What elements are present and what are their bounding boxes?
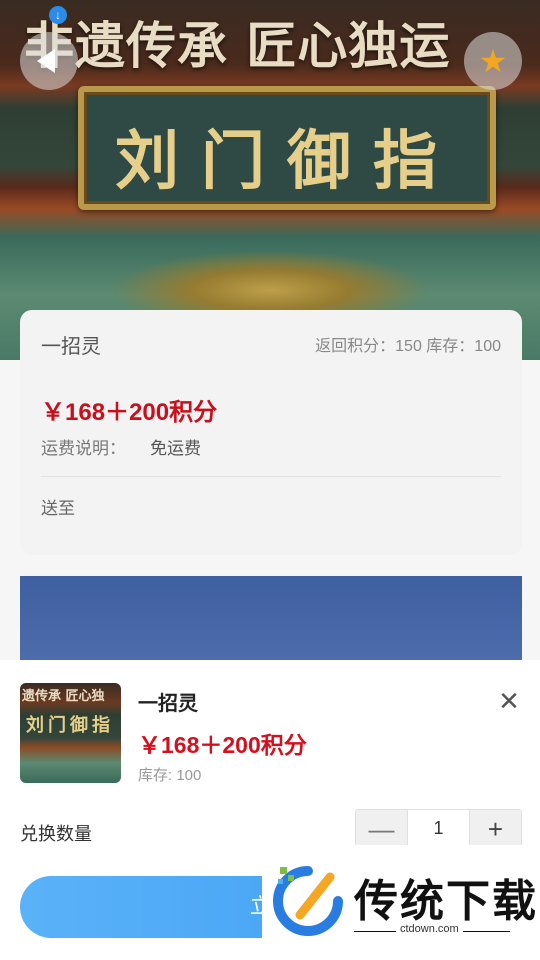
plus-icon[interactable]: + [469,810,521,848]
minus-icon[interactable]: — [356,810,408,848]
thumbnail-plaque: 刘门御指 [26,715,114,736]
sheet-stock: 库存: 100 [138,767,202,784]
watermark-url: ctdown.com [396,923,463,935]
close-icon[interactable]: ✕ [496,688,522,714]
thumbnail-title: 遗传承 匠心独 [22,689,105,704]
product-thumbnail: 遗传承 匠心独 刘门御指 [20,683,121,783]
quantity-value[interactable]: 1 [408,810,469,848]
watermark-logo-icon [273,866,343,936]
watermark: 传统下载 ctdown.com [262,845,536,955]
quantity-stepper: — 1 + [355,809,522,849]
sheet-product-price: ￥168＋200积分 [138,732,307,758]
sheet-product-name: 一招灵 [138,693,198,715]
quantity-label: 兑换数量 [20,824,92,844]
watermark-text: 传统下载 [354,876,538,927]
